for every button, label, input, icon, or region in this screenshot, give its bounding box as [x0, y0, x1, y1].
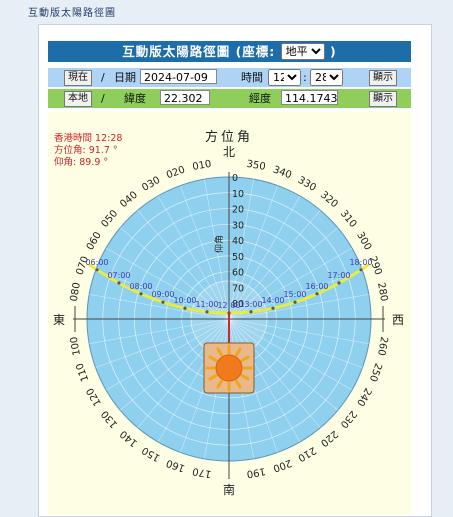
header-close-paren: ): [330, 44, 337, 59]
azimuth-label: 240: [354, 386, 373, 408]
row2-separator: /: [101, 92, 105, 105]
hour-marker: [249, 310, 253, 314]
azimuth-label: 200: [271, 457, 293, 474]
azimuth-label: 050: [100, 208, 121, 230]
minute-select[interactable]: 28: [310, 69, 343, 86]
local-button[interactable]: 本地: [64, 91, 92, 107]
hour-label: 18:00: [349, 258, 372, 267]
date-time-row: 現在 / 日期 2024-07-09 時間 12 : 28 顯示: [48, 68, 411, 87]
elevation-label: 0: [232, 173, 238, 184]
azimuth-label: 250: [367, 361, 384, 383]
hour-marker: [117, 281, 121, 285]
hour-marker: [205, 310, 209, 314]
date-input[interactable]: 2024-07-09: [140, 69, 217, 84]
hour-marker: [271, 306, 275, 310]
elevation-title: 仰角: [213, 235, 225, 253]
date-label: 日期: [114, 71, 136, 84]
hour-label: 06:00: [85, 258, 108, 267]
elevation-label: 40: [232, 236, 244, 247]
header-bar: 互動版太陽路徑圖 (座標: 地平 ): [48, 41, 411, 62]
hour-label: 11:00: [195, 300, 218, 309]
header-title: 互動版太陽路徑圖 (座標:: [122, 44, 276, 59]
west-label: 西: [392, 313, 404, 327]
azimuth-label: 210: [296, 444, 318, 463]
time-colon: :: [303, 71, 307, 84]
azimuth-label: 150: [140, 444, 162, 463]
azimuth-label: 060: [85, 230, 104, 252]
hour-label: 13:00: [239, 300, 262, 309]
hour-label: 08:00: [129, 282, 152, 291]
azimuth-label: 260: [375, 336, 389, 357]
hour-label: 17:00: [327, 271, 350, 280]
azimuth-label: 010: [192, 159, 213, 173]
longitude-label: 經度: [249, 92, 271, 105]
north-label: 北: [223, 145, 235, 159]
azimuth-label: 100: [69, 336, 83, 357]
elevation-label: 30: [232, 220, 244, 231]
hour-marker: [183, 306, 187, 310]
now-button[interactable]: 現在: [64, 70, 92, 86]
azimuth-label: 330: [296, 175, 318, 194]
show-time-button[interactable]: 顯示: [369, 70, 397, 86]
azimuth-label: 110: [74, 361, 91, 383]
azimuth-label: 170: [192, 465, 213, 479]
azimuth-label: 030: [140, 175, 162, 194]
hour-marker: [139, 292, 143, 296]
azimuth-label: 160: [165, 457, 187, 474]
azimuth-label: 020: [165, 164, 187, 181]
azimuth-label: 040: [118, 190, 140, 211]
hour-label: 10:00: [173, 296, 196, 305]
hour-marker: [337, 281, 341, 285]
page-title: 互動版太陽路徑圖: [28, 8, 116, 19]
azimuth-label: 230: [338, 408, 359, 430]
azimuth-label: 120: [85, 386, 104, 408]
azimuth-label: 130: [100, 408, 121, 430]
azimuth-label: 310: [338, 208, 359, 230]
hour-marker: [95, 268, 99, 272]
coord-select[interactable]: 地平: [280, 43, 325, 60]
latitude-label: 緯度: [124, 92, 146, 105]
elevation-label: 50: [232, 252, 244, 263]
time-label: 時間: [241, 71, 263, 84]
hour-label: 09:00: [151, 290, 174, 299]
elevation-label: 10: [232, 189, 244, 200]
elevation-label: 60: [232, 268, 244, 279]
azimuth-label: 280: [375, 282, 389, 303]
azimuth-label: 300: [354, 230, 373, 252]
location-row: 本地 / 緯度 22.302 經度 114.1743 顯示: [48, 89, 411, 108]
azimuth-title: 方位角: [205, 129, 253, 145]
hour-marker: [359, 268, 363, 272]
azimuth-label: 350: [246, 159, 267, 173]
hour-select[interactable]: 12: [268, 69, 301, 86]
hour-label: 15:00: [283, 290, 306, 299]
azimuth-label: 340: [271, 164, 293, 181]
hour-label: 12:00: [217, 301, 240, 310]
azimuth-label: 220: [318, 428, 340, 449]
azimuth-label: 080: [69, 282, 83, 303]
sun-path-diagram[interactable]: 方位角 北 東 西 南 仰角 010 020030040050060 0 70 080 1…: [48, 112, 411, 515]
longitude-input[interactable]: 114.1743: [281, 90, 338, 105]
elevation-label: 70: [232, 283, 244, 294]
elevation-label: 20: [232, 205, 244, 216]
hour-label: 14:00: [261, 296, 284, 305]
east-label: 東: [53, 313, 65, 327]
azimuth-label: 140: [118, 428, 140, 449]
latitude-input[interactable]: 22.302: [160, 90, 210, 105]
azimuth-label: 190: [246, 465, 267, 479]
hour-label: 16:00: [305, 282, 328, 291]
hour-marker: [161, 300, 165, 304]
hour-label: 07:00: [107, 271, 130, 280]
hour-marker: [293, 300, 297, 304]
show-location-button[interactable]: 顯示: [369, 91, 397, 107]
azimuth-label: 320: [318, 190, 340, 211]
row1-separator: /: [101, 71, 105, 84]
hour-marker: [315, 292, 319, 296]
south-label: 南: [223, 482, 235, 497]
